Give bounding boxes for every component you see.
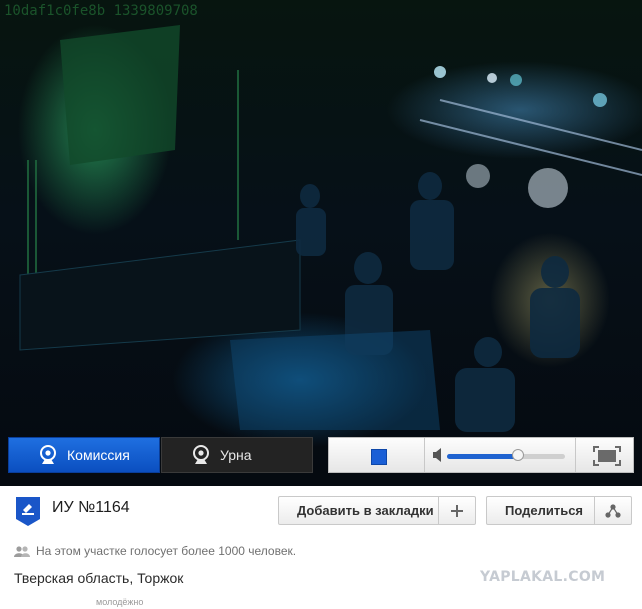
share-label: Поделиться [505, 503, 584, 518]
volume-level [447, 454, 518, 459]
tab-urn-label: Урна [220, 447, 252, 463]
volume-icon[interactable] [433, 448, 443, 462]
webcam-icon [193, 445, 209, 464]
tab-urn[interactable]: Урна [161, 437, 313, 473]
add-bookmark-label: Добавить в закладки [297, 503, 434, 518]
share-button[interactable]: Поделиться [486, 496, 632, 525]
video-overlay-id: 10daf1c0fe8b 1339809708 [4, 3, 198, 19]
camera-video-feed[interactable]: 10daf1c0fe8b 1339809708 Комиссия Урна [0, 0, 642, 486]
divider [424, 438, 425, 472]
station-info-panel: ИУ №1164 Добавить в закладки Поделиться … [0, 486, 642, 609]
footer-fragment: молодёжно [96, 597, 144, 607]
player-controls [328, 437, 634, 473]
watermark: YAPLAKAL.COM [480, 569, 606, 585]
webcam-icon [40, 445, 56, 464]
add-bookmark-button[interactable]: Добавить в закладки [278, 496, 476, 525]
video-control-bar: Комиссия Урна [0, 432, 642, 486]
station-note-text: На этом участке голосует более 1000 чело… [36, 544, 297, 558]
station-note: На этом участке голосует более 1000 чело… [14, 544, 296, 558]
station-region: Тверская область, Торжок [14, 570, 184, 586]
plus-icon[interactable] [438, 497, 475, 524]
stop-icon[interactable] [371, 449, 387, 465]
volume-slider[interactable] [447, 449, 565, 461]
people-icon [14, 545, 30, 557]
share-icon[interactable] [594, 497, 631, 524]
tab-commission-label: Комиссия [67, 447, 130, 463]
fullscreen-icon[interactable] [593, 446, 621, 466]
ballot-check-icon [16, 497, 40, 526]
video-scene-illustration [19, 25, 642, 432]
station-title: ИУ №1164 [52, 499, 130, 516]
tab-commission[interactable]: Комиссия [8, 437, 160, 473]
volume-handle[interactable] [511, 449, 524, 461]
divider [575, 438, 576, 472]
